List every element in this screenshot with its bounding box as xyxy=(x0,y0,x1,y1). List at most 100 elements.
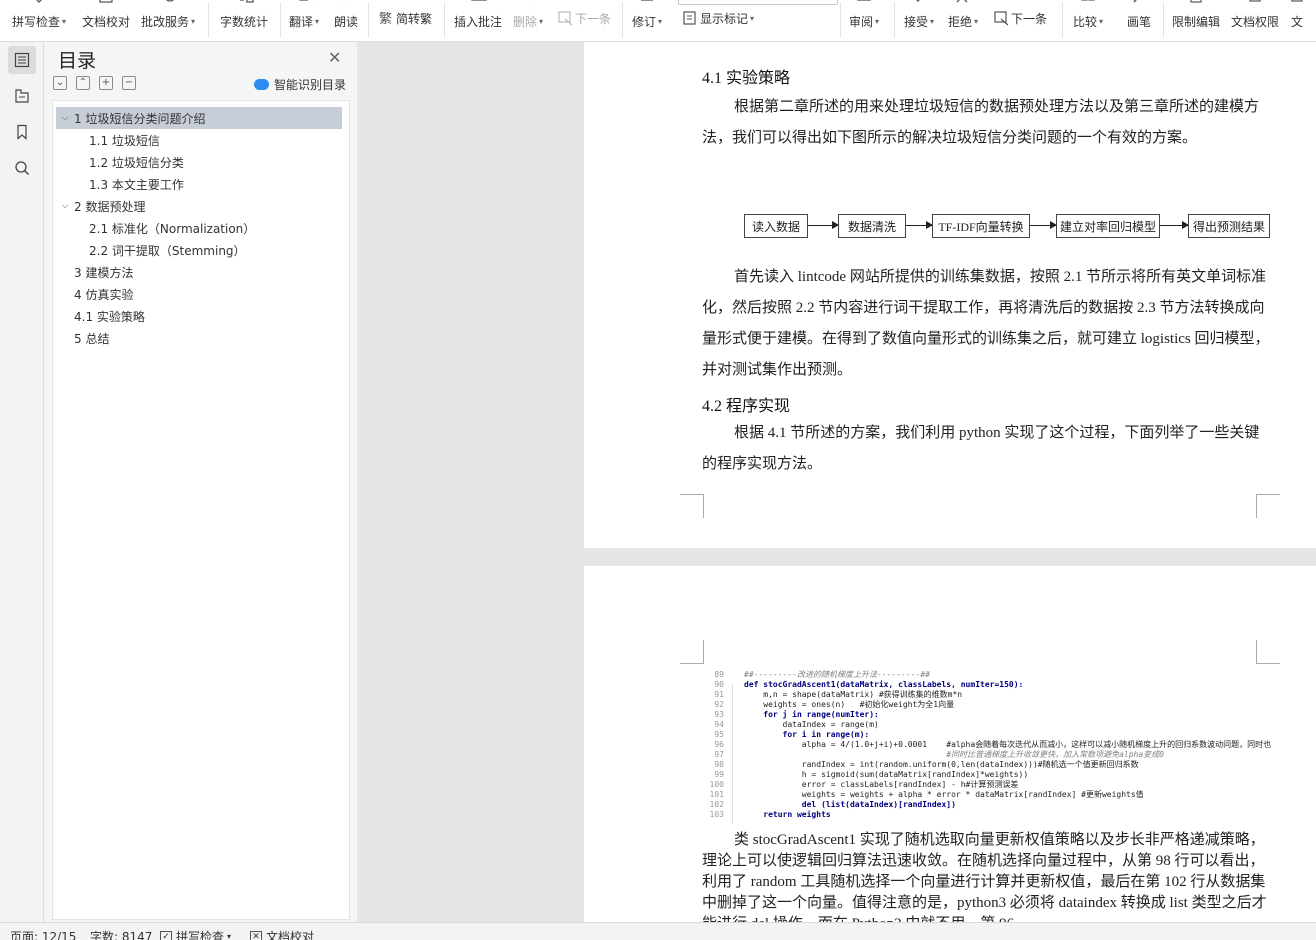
ribbon-divider xyxy=(444,2,445,38)
lock-icon xyxy=(1188,0,1204,12)
reject-button[interactable]: 拒绝 ▾ xyxy=(948,0,978,40)
svg-text:繁: 繁 xyxy=(379,11,392,26)
spell-check-button[interactable]: 拼写检查 ▾ xyxy=(12,0,66,40)
translate-icon xyxy=(296,0,314,12)
doc-proof-button[interactable]: 文档校对 xyxy=(82,0,130,40)
document-page[interactable]: 89 ##---------改进的随机梯度上升法---------## 90 def… xyxy=(584,566,1316,922)
approval-icon xyxy=(160,0,176,12)
word-count-button[interactable]: 字数统计 xyxy=(220,0,268,40)
flow-arrow xyxy=(906,221,933,229)
search-panel-button[interactable] xyxy=(8,154,36,182)
toc-item[interactable]: 1.3 本文主要工作 xyxy=(56,173,342,195)
flow-step: 数据清洗 xyxy=(838,214,906,238)
code-screenshot: 89 ##---------改进的随机梯度上升法---------## 90 def… xyxy=(702,670,1272,824)
bookmark-panel-button[interactable] xyxy=(8,118,36,146)
toc-panel-button[interactable] xyxy=(8,46,36,74)
flow-arrow xyxy=(1160,221,1189,229)
paragraph: 首先读入 lintcode 网站所提供的训练集数据，按照 2.1 节所示将所有英… xyxy=(702,269,1270,378)
read-aloud-icon xyxy=(338,0,354,12)
paragraph: 类 stocGradAscent1 实现了随机选取向量更新权值策略以及步长非严格… xyxy=(702,832,1267,922)
flow-arrow xyxy=(808,221,839,229)
status-bar: 页面: 12/15 字数: 8147 ✓ 拼写检查 ▾ ✕ 文档校对 xyxy=(0,922,1316,940)
page-corner-mark xyxy=(1256,640,1280,664)
restrict-edit-button[interactable]: 限制编辑 xyxy=(1172,0,1220,40)
side-icon-rail xyxy=(0,42,44,922)
collapse-all-icon[interactable]: ⌄ xyxy=(53,76,67,90)
translate-button[interactable]: 翻译 ▾ xyxy=(289,0,319,40)
toc-item[interactable]: 5 总结 xyxy=(56,327,342,349)
outline-panel-button[interactable] xyxy=(8,82,36,110)
toc-item[interactable]: 4.1 实验策略 xyxy=(56,305,342,327)
insert-comment-button[interactable]: 插入批注 xyxy=(454,0,502,40)
smart-toc-button[interactable]: 智能识别目录 xyxy=(254,76,346,93)
chevron-down-icon[interactable]: ⌵ xyxy=(58,201,72,211)
accept-icon xyxy=(911,0,927,12)
insert-comment-icon xyxy=(470,0,487,12)
toc-panel: 目录 ✕ ⌄ ⌃ + − 智能识别目录 ⌵ 1 垃圾短信分类问题介绍 1.1 垃圾… xyxy=(44,42,357,922)
review-button[interactable]: 审阅 ▾ xyxy=(849,0,879,40)
spell-check-toggle[interactable]: ✓ 拼写检查 ▾ xyxy=(160,928,231,940)
doc-permission-button[interactable]: 文档权限 xyxy=(1231,0,1279,40)
flow-arrow xyxy=(1030,221,1057,229)
toc-item[interactable]: ⌵ 2 数据预处理 xyxy=(56,195,342,217)
expand-up-icon[interactable]: ⌃ xyxy=(76,76,90,90)
search-icon xyxy=(15,161,30,176)
pen-icon xyxy=(1131,0,1147,12)
revise-icon xyxy=(639,0,655,12)
delete-comment-button[interactable]: 删除 ▾ xyxy=(513,0,543,40)
document-canvas[interactable]: 4.1 实验策略 根据第二章所述的用来处理垃圾短信的数据预处理方法以及第三章所述… xyxy=(357,42,1316,922)
remove-level-icon[interactable]: − xyxy=(122,76,136,90)
next-comment-button[interactable]: 下一条 xyxy=(557,6,611,30)
toc-item[interactable]: 1.2 垃圾短信分类 xyxy=(56,151,342,173)
markup-style-dropdown[interactable] xyxy=(678,0,838,5)
chevron-down-icon[interactable]: ⌵ xyxy=(58,113,72,123)
code-line: 95 for i in range(m): xyxy=(714,730,870,739)
page-indicator[interactable]: 页面: 12/15 xyxy=(10,928,76,940)
review-icon xyxy=(856,0,872,12)
paragraph: 根据 4.1 节所述的方案，我们利用 python 实现了这个过程，下面列举了一… xyxy=(702,425,1260,472)
toc-item[interactable]: 4 仿真实验 xyxy=(56,283,342,305)
next-change-button[interactable]: 下一条 xyxy=(993,6,1047,30)
toc-item[interactable]: ⌵ 1 垃圾短信分类问题介绍 xyxy=(56,107,342,129)
flow-step: 读入数据 xyxy=(744,214,808,238)
trad-simp-button[interactable]: 繁 简转繁 xyxy=(378,6,432,30)
ribbon-toolbar: 拼写检查 ▾ 文档校对 批改服务 ▾ 字数统计 翻译 ▾ 朗读 繁 简转繁 插入批注 … xyxy=(0,0,1316,42)
ai-icon xyxy=(254,79,269,90)
delete-icon xyxy=(520,0,536,12)
show-marks-button[interactable]: 显示标记 ▾ xyxy=(682,6,754,30)
approval-service-button[interactable]: 批改服务 ▾ xyxy=(141,0,195,40)
toc-title: 目录 xyxy=(58,50,97,72)
toc-item[interactable]: 1.1 垃圾短信 xyxy=(56,129,342,151)
heading-4-2: 4.2 程序实现 xyxy=(702,398,791,415)
close-icon[interactable]: ✕ xyxy=(328,48,341,67)
code-line: 102 del (list(dataIndex)[randIndex]) xyxy=(709,800,956,809)
document-page[interactable]: 4.1 实验策略 根据第二章所述的用来处理垃圾短信的数据预处理方法以及第三章所述… xyxy=(584,42,1316,548)
flow-step: 得出预测结果 xyxy=(1188,214,1270,238)
ribbon-divider xyxy=(1062,2,1063,38)
toc-item[interactable]: 3 建模方法 xyxy=(56,261,342,283)
pen-button[interactable]: 画笔 xyxy=(1127,0,1151,40)
word-count-indicator[interactable]: 字数: 8147 xyxy=(90,928,152,940)
flow-step: 建立对率回归模型 xyxy=(1056,214,1160,238)
code-line: 103 return weights xyxy=(709,810,831,819)
ribbon-divider xyxy=(894,2,895,38)
add-level-icon[interactable]: + xyxy=(99,76,113,90)
ribbon-divider xyxy=(1163,2,1164,38)
ribbon-divider xyxy=(368,2,369,38)
proof-icon: ✕ xyxy=(250,930,262,940)
toc-item[interactable]: 2.2 词干提取（Stemming） xyxy=(56,239,342,261)
toc-item[interactable]: 2.1 标准化（Normalization） xyxy=(56,217,342,239)
compare-icon xyxy=(1080,0,1096,12)
doc-proof-toggle[interactable]: ✕ 文档校对 xyxy=(250,928,314,940)
page-corner-mark xyxy=(1256,494,1280,518)
flow-step: TF-IDF向量转换 xyxy=(932,214,1030,238)
accept-button[interactable]: 接受 ▾ xyxy=(904,0,934,40)
more-icon xyxy=(1289,0,1305,12)
compare-button[interactable]: 比较 ▾ xyxy=(1073,0,1103,40)
code-line: 96 alpha = 4/(1.0+j+i)+0.0001 #alpha会随着每… xyxy=(714,740,1272,749)
show-marks-icon xyxy=(683,11,696,25)
read-aloud-button[interactable]: 朗读 xyxy=(334,0,358,40)
revise-button[interactable]: 修订 ▾ xyxy=(632,0,662,40)
more-ribbon-button[interactable]: 文 xyxy=(1289,0,1305,40)
word-count-icon xyxy=(236,0,254,12)
